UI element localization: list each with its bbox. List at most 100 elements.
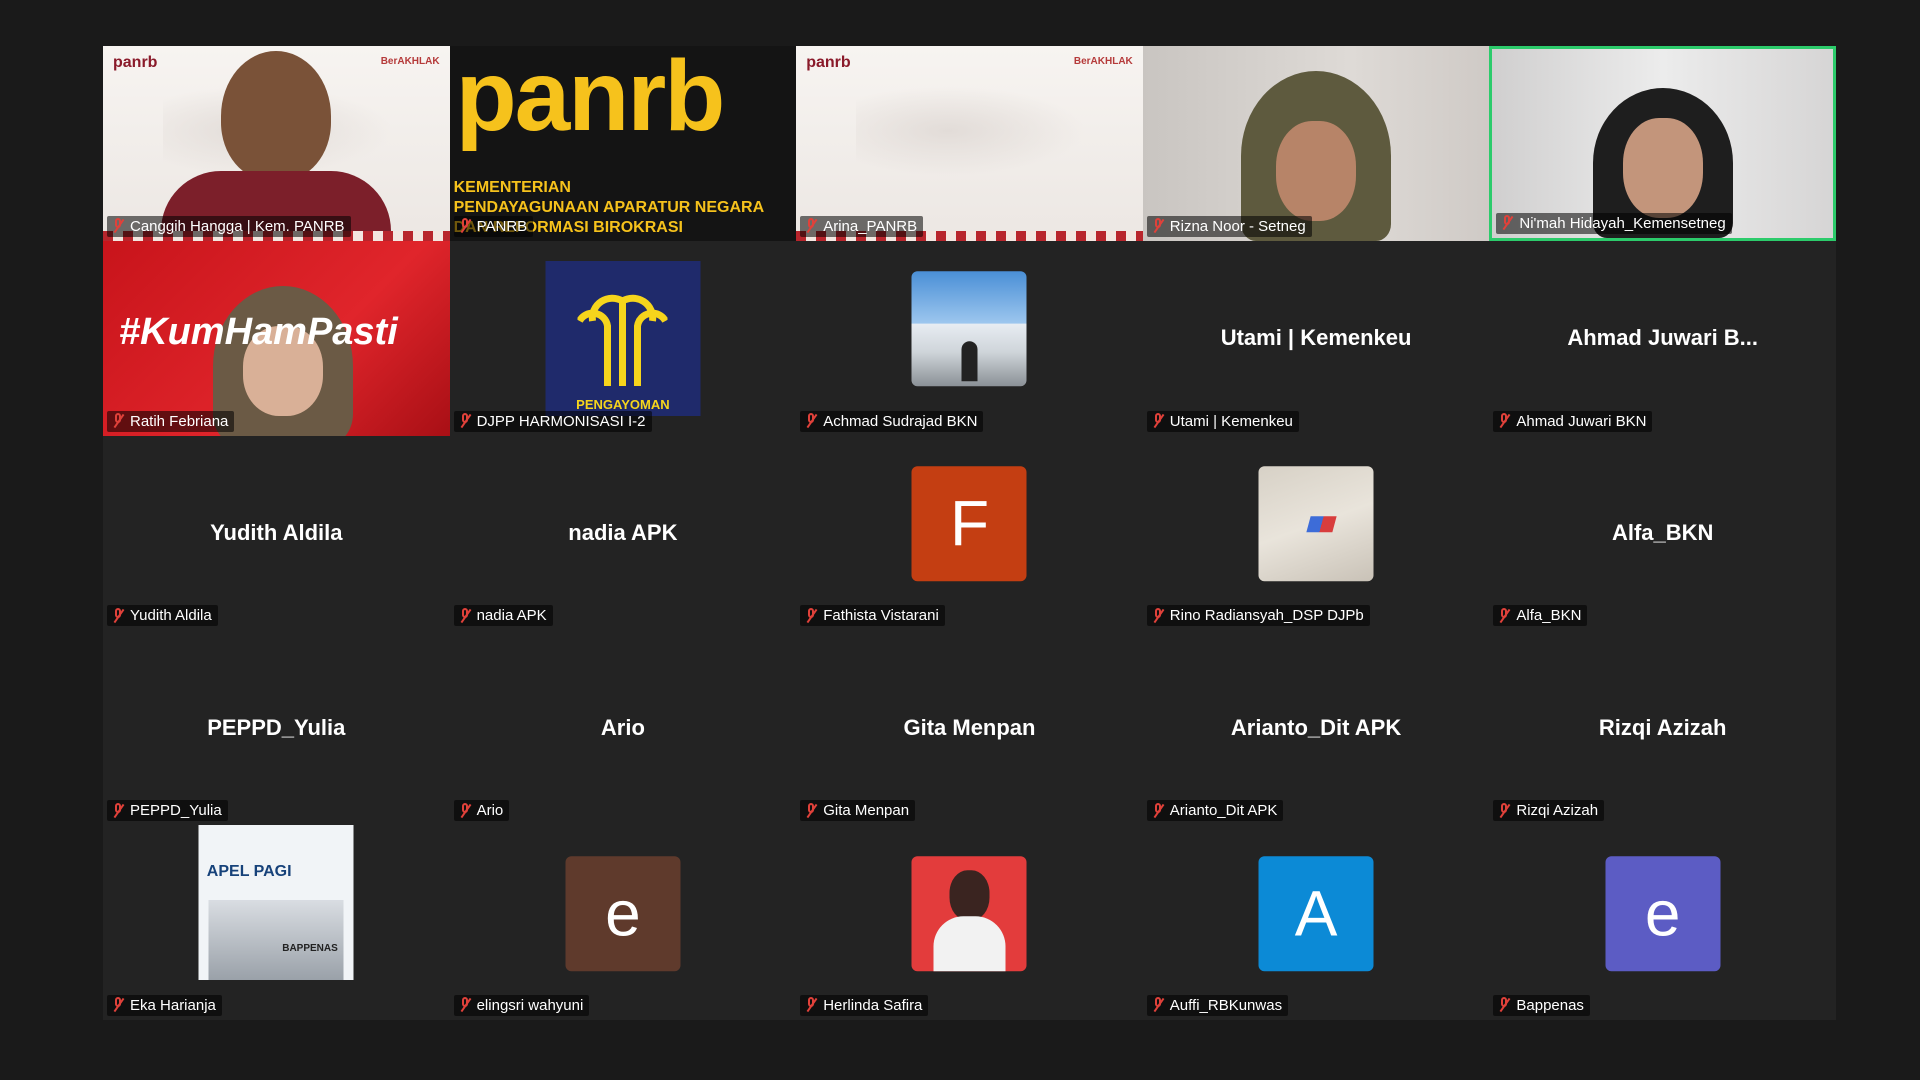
avatar-initial: e [565,855,681,971]
berakhlak-logo: BerAKHLAK [1073,56,1133,67]
mic-muted-icon [458,413,472,429]
mic-muted-icon [1497,802,1511,819]
participant-tile-alfa-bkn[interactable]: Alfa_BKN Alfa_BKN [1489,435,1836,631]
participant-tile-rizqi-azizah[interactable]: Rizqi Azizah Rizqi Azizah [1489,630,1836,826]
avatar: APEL PAGI BAPPENAS [198,825,354,981]
participant-nameplate: Herlinda Safira [800,994,929,1016]
participant-tile-nadia-apk[interactable]: nadia APK nadia APK [449,435,797,631]
pengayoman-logo: PENGAYOMAN [545,260,701,416]
participant-nameplate: DJPP HARMONISASI I-2 [453,410,652,432]
participant-tile-ahmad-juwari-bkn[interactable]: Ahmad Juwari B... Ahmad Juwari BKN [1489,240,1836,436]
mic-muted-icon [458,218,472,234]
participant-name: Ario [476,802,504,820]
mic-muted-icon [804,802,818,819]
participant-nameplate: PEPPD_Yulia [107,800,228,822]
display-name: Gita Menpan [903,714,1036,740]
panrb-logo: panrb [455,46,726,152]
poster-title: APEL PAGI [206,863,292,881]
participant-nameplate: nadia APK [453,605,553,627]
participant-nameplate: elingsri wahyuni [453,994,590,1016]
participant-name: Gita Menpan [823,802,910,820]
participant-tile-rino-radiansyah-dsp-djpb[interactable]: Rino Radiansyah_DSP DJPb [1142,435,1490,631]
mic-muted-icon [804,607,818,624]
participant-tile-gita-menpan[interactable]: Gita Menpan Gita Menpan [796,630,1143,826]
display-name: Rizqi Azizah [1598,714,1727,740]
participant-name: Herlinda Safira [823,996,923,1014]
participant-name: Ahmad Juwari BKN [1516,412,1647,430]
display-name: Alfa_BKN [1611,519,1714,545]
participant-nameplate: Arianto_Dit APK [1146,800,1284,822]
mic-muted-icon [804,413,818,429]
participant-nameplate: Gita Menpan [800,800,916,822]
participant-tile-arianto-dit-apk[interactable]: Arianto_Dit APK Arianto_Dit APK [1142,630,1490,826]
participant-tile-ni-mah-hidayah-kemensetneg[interactable]: Ni'mah Hidayah_Kemensetneg [1489,46,1836,241]
mic-muted-icon [1151,802,1165,819]
participant-name: Rizna Noor - Setneg [1169,217,1306,235]
participant-tile-panrb[interactable]: panrb KEMENTERIAN PENDAYAGUNAAN APARATUR… [449,46,797,241]
participant-nameplate: Ni'mah Hidayah_Kemensetneg [1496,212,1732,234]
mic-muted-icon [111,997,125,1013]
participant-name: Yudith Aldila [130,607,212,625]
participant-nameplate: Fathista Vistarani [800,605,945,627]
participant-tile-herlinda-safira[interactable]: Herlinda Safira [796,825,1143,1020]
participant-tile-eka-harianja[interactable]: APEL PAGI BAPPENAS Eka Harianja [103,825,450,1020]
participant-name: nadia APK [476,607,547,625]
participant-name: Arina_PANRB [823,217,918,235]
mic-muted-icon [111,218,125,234]
participant-name: PANRB [476,217,528,235]
participant-tile-arina-panrb[interactable]: panrb BerAKHLAK Arina_PANRB [796,46,1143,241]
participant-name: Fathista Vistarani [823,607,939,625]
participant-tile-rizna-noor-setneg[interactable]: Rizna Noor - Setneg [1142,46,1490,241]
participant-tile-peppd-yulia[interactable]: PEPPD_Yulia PEPPD_Yulia [103,630,450,826]
mic-muted-icon [458,997,472,1013]
participant-name: Utami | Kemenkeu [1169,412,1293,430]
participant-nameplate: PANRB [453,215,534,237]
participant-tile-canggih-hangga-kem-panrb[interactable]: panrb BerAKHLAK Canggih Hangga | Kem. PA… [103,46,450,241]
mic-muted-icon [111,413,125,429]
display-name: Yudith Aldila [210,519,343,545]
avatar [1258,466,1374,582]
avatar-initial: F [911,466,1027,582]
participant-name: Rino Radiansyah_DSP DJPb [1169,607,1364,625]
display-name: nadia APK [568,519,678,545]
mic-muted-icon [1151,607,1165,624]
participant-name: Ratih Febriana [130,412,229,430]
mic-muted-icon [111,802,125,819]
participant-name: elingsri wahyuni [476,996,584,1014]
participant-tile-bappenas[interactable]: e Bappenas [1489,825,1836,1020]
participant-nameplate: Eka Harianja [107,994,222,1016]
participant-nameplate: Ahmad Juwari BKN [1493,410,1653,432]
participant-video [161,50,392,241]
display-name: PEPPD_Yulia [207,714,346,740]
campaign-hashtag: #KumHamPasti [119,310,398,353]
participant-name: Eka Harianja [130,996,216,1014]
participant-name: PEPPD_Yulia [130,802,222,820]
map-background [856,86,1087,176]
mic-muted-icon [1151,997,1165,1013]
participant-tile-ario[interactable]: Ario Ario [449,630,797,826]
participant-tile-utami-kemenkeu[interactable]: Utami | Kemenkeu Utami | Kemenkeu [1142,240,1490,436]
participant-nameplate: Auffi_RBKunwas [1146,994,1289,1016]
participant-nameplate: Ario [453,800,510,822]
participant-name: Canggih Hangga | Kem. PANRB [130,217,345,235]
mic-muted-icon [1497,607,1511,624]
participant-tile-yudith-aldila[interactable]: Yudith Aldila Yudith Aldila [103,435,450,631]
participant-name: Ni'mah Hidayah_Kemensetneg [1519,214,1726,232]
participant-tile-achmad-sudrajad-bkn[interactable]: Achmad Sudrajad BKN [796,240,1143,436]
participant-tile-elingsri-wahyuni[interactable]: e elingsri wahyuni [449,825,797,1020]
participant-tile-fathista-vistarani[interactable]: F Fathista Vistarani [796,435,1143,631]
tree-icon [577,294,668,386]
participant-name: Achmad Sudrajad BKN [823,412,978,430]
participant-nameplate: Canggih Hangga | Kem. PANRB [107,215,351,237]
participant-tile-djpp-harmonisasi-i-2[interactable]: PENGAYOMAN DJPP HARMONISASI I-2 [449,240,797,436]
display-name: Arianto_Dit APK [1230,714,1402,740]
participant-tile-auffi-rbkunwas[interactable]: A Auffi_RBKunwas [1142,825,1490,1020]
participant-nameplate: Alfa_BKN [1493,605,1588,627]
mic-muted-icon [458,802,472,819]
participant-name: DJPP HARMONISASI I-2 [476,412,646,430]
participant-nameplate: Arina_PANRB [800,215,924,237]
participant-tile-ratih-febriana[interactable]: #KumHamPasti Ratih Febriana [103,240,450,436]
mic-muted-icon [1151,218,1165,234]
mic-muted-icon [1497,413,1511,429]
participant-name: Auffi_RBKunwas [1169,996,1283,1014]
